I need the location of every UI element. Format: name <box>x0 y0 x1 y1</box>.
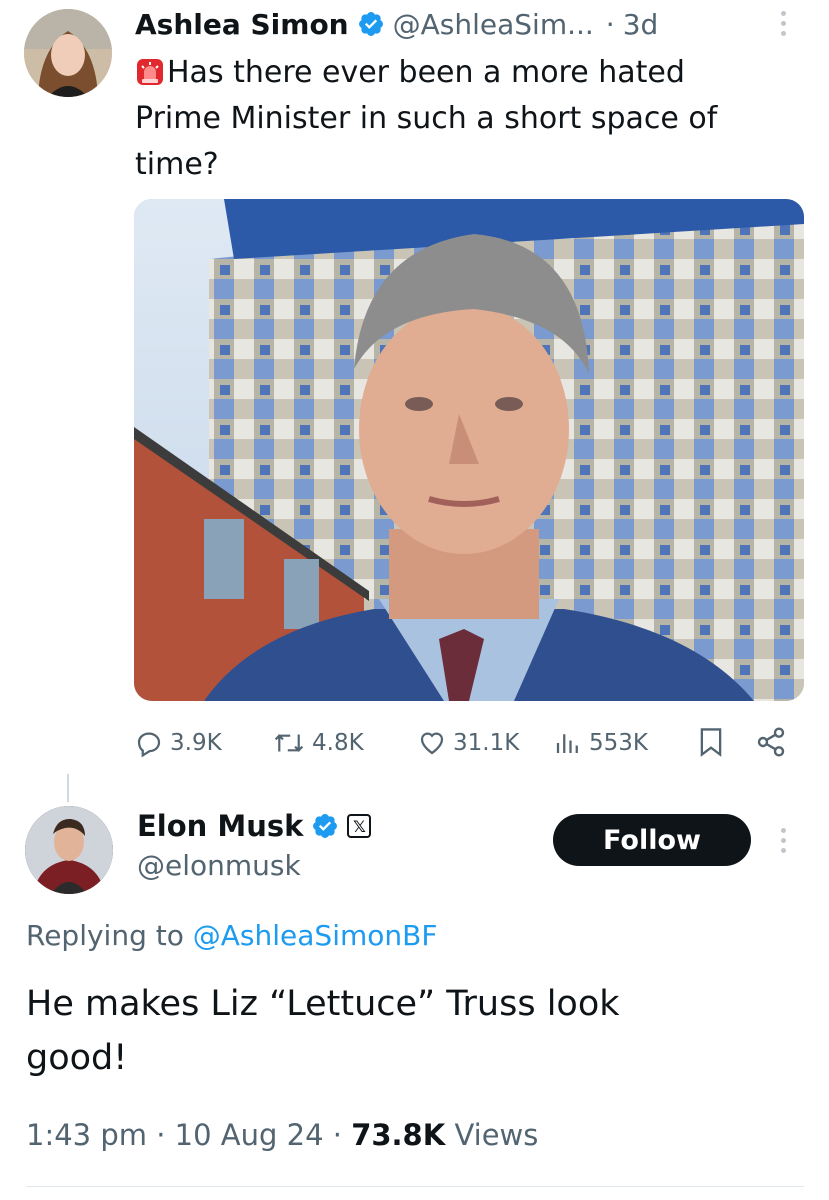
retweet-count: 4.8K <box>312 730 364 756</box>
reply-count: 3.9K <box>170 730 222 756</box>
replying-to-handle[interactable]: @AshleaSimonBF <box>193 919 438 952</box>
like-stat[interactable]: 31.1K <box>417 728 519 758</box>
tweet-text-block: Has there ever been a more hated Prime M… <box>135 50 775 188</box>
reply-views-label: Views <box>454 1118 539 1152</box>
tweet-more-options-icon[interactable] <box>781 11 786 36</box>
meta-dot-2: · <box>332 1118 342 1152</box>
ashlea-avatar[interactable] <box>24 9 112 97</box>
reply-views-count[interactable]: 73.8K <box>351 1118 445 1152</box>
tweet-media-image[interactable] <box>134 199 804 701</box>
tweet-header: Ashlea Simon @AshleaSim... · 3d <box>135 2 658 46</box>
reply-time[interactable]: 1:43 pm <box>26 1118 147 1152</box>
retweet-icon <box>274 734 304 752</box>
header-separator: · <box>605 7 615 41</box>
verified-badge-icon <box>313 814 338 838</box>
author-handle[interactable]: @AshleaSim... <box>393 8 594 41</box>
tweet-age[interactable]: 3d <box>623 8 659 41</box>
views-stat[interactable]: 553K <box>553 728 648 758</box>
share-icon[interactable] <box>755 726 787 762</box>
reply-author-handle[interactable]: @elonmusk <box>137 846 301 886</box>
follow-button[interactable]: Follow <box>553 814 751 866</box>
siren-emoji-icon <box>135 55 165 85</box>
thread-connector-line <box>67 774 69 802</box>
reply-header: Elon Musk 𝕏 <box>137 804 372 848</box>
author-name[interactable]: Ashlea Simon <box>135 8 349 41</box>
elon-avatar[interactable] <box>25 806 113 894</box>
reply-stat[interactable]: 3.9K <box>134 728 222 758</box>
reply-date[interactable]: 10 Aug 24 <box>175 1118 324 1152</box>
replying-to-label: Replying to <box>26 919 184 952</box>
analytics-bars-icon <box>556 734 578 753</box>
bottom-divider <box>26 1186 804 1187</box>
verified-badge-icon <box>358 12 383 36</box>
reply-more-options-icon[interactable] <box>781 828 786 853</box>
reply-author-name[interactable]: Elon Musk <box>137 809 303 843</box>
elon-avatar-image <box>25 806 113 894</box>
reply-bubble-icon <box>137 732 161 758</box>
replying-to-line: Replying to @AshleaSimonBF <box>26 914 437 958</box>
like-count: 31.1K <box>453 730 520 756</box>
bookmark-icon[interactable] <box>697 726 725 762</box>
heart-icon <box>420 732 444 755</box>
portrait-photo <box>134 199 804 701</box>
retweet-stat[interactable]: 4.8K <box>272 728 364 758</box>
tweet-text: Has there ever been a more hated Prime M… <box>135 55 718 182</box>
x-affiliate-badge-icon: 𝕏 <box>347 814 372 838</box>
meta-dot-1: · <box>156 1118 166 1152</box>
reply-text: He makes Liz “Lettuce” Truss look good! <box>26 984 620 1078</box>
ashlea-avatar-image <box>24 9 112 97</box>
views-count: 553K <box>589 730 648 756</box>
reply-metadata: 1:43 pm · 10 Aug 24 · 73.8K Views <box>26 1113 538 1157</box>
